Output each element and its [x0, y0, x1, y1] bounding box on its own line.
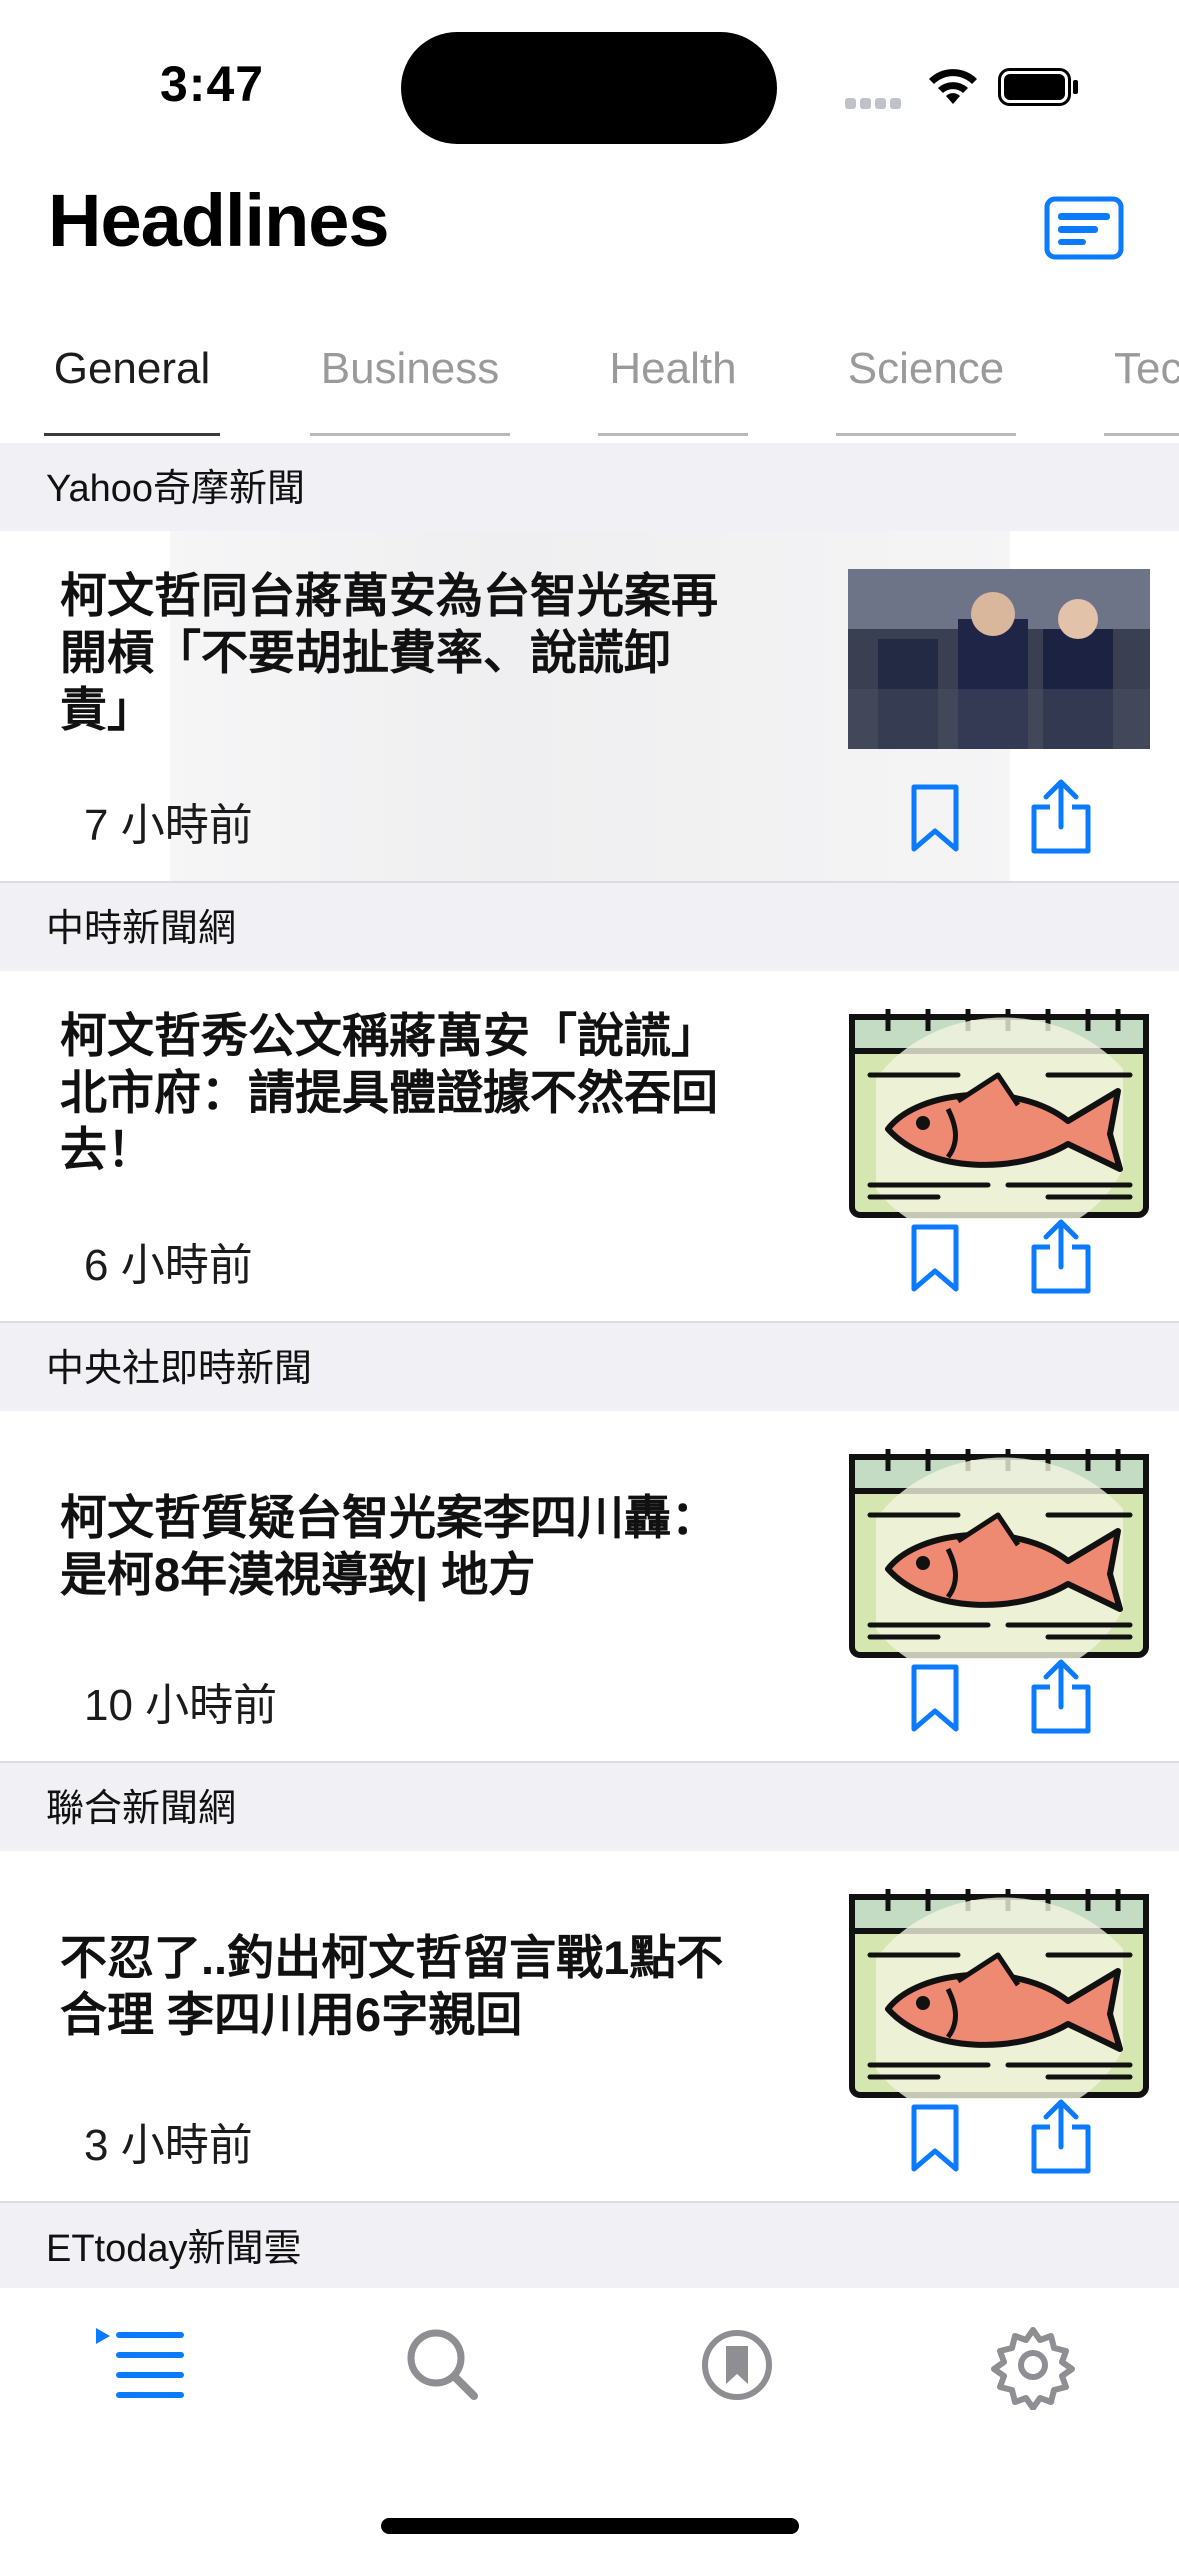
bottom-tab-bar: [0, 2288, 1179, 2556]
wifi-icon: [929, 69, 977, 104]
bookmark-button[interactable]: [908, 2103, 962, 2175]
fish-placeholder-icon: [849, 1889, 1149, 2099]
cellular-signal-icon: [845, 96, 905, 109]
article-time: 6 小時前: [84, 1241, 253, 1290]
gear-icon: [991, 2327, 1075, 2411]
tab-search[interactable]: [398, 2320, 488, 2410]
page-title: Headlines: [48, 179, 390, 262]
fish-placeholder-icon: [849, 1449, 1149, 1659]
status-time: 3:47: [160, 56, 265, 112]
article-card[interactable]: 柯文哲同台蔣萬安為台智光案再開槓「不要胡扯費率、說謊卸責」 7 小時前: [0, 531, 1179, 883]
share-button[interactable]: [1028, 2097, 1094, 2175]
tab-business[interactable]: Business: [310, 330, 510, 436]
source-header: Yahoo奇摩新聞: [0, 443, 1179, 531]
article-title: 柯文哲同台蔣萬安為台智光案再開槓「不要胡扯費率、說謊卸責」: [60, 569, 718, 736]
tab-technology[interactable]: Tec: [1104, 330, 1179, 436]
tab-science[interactable]: Science: [836, 330, 1016, 436]
tab-headlines[interactable]: [96, 2320, 186, 2410]
category-tabs: General Business Health Science Tec: [0, 330, 1179, 440]
news-layout-button[interactable]: [1044, 196, 1124, 260]
share-button[interactable]: [1028, 1657, 1094, 1735]
battery-icon: [998, 68, 1078, 106]
article-card[interactable]: 不忍了..釣出柯文哲留言戰1點不合理 李四川用6字親回 3 小時前: [0, 1851, 1179, 2203]
search-icon: [407, 2329, 478, 2400]
article-title: 柯文哲秀公文稱蔣萬安「說謊」 北市府：請提具體證據不然吞回去！: [60, 1009, 718, 1176]
dynamic-island: [401, 32, 777, 144]
article-title: 不忍了..釣出柯文哲留言戰1點不合理 李四川用6字親回: [60, 1931, 724, 2041]
share-button[interactable]: [1028, 777, 1094, 855]
source-header: 中時新聞網: [0, 883, 1179, 971]
source-header: 中央社即時新聞: [0, 1323, 1179, 1411]
home-indicator: [381, 2518, 799, 2534]
bookmark-button[interactable]: [908, 1663, 962, 1735]
bookmark-button[interactable]: [908, 783, 962, 855]
article-card[interactable]: 柯文哲秀公文稱蔣萬安「說謊」 北市府：請提具體證據不然吞回去！ 6 小時前: [0, 971, 1179, 1323]
bookmark-circle-icon: [702, 2330, 772, 2400]
tab-settings[interactable]: [988, 2320, 1078, 2411]
share-button[interactable]: [1028, 1217, 1094, 1295]
bookmark-button[interactable]: [908, 1223, 962, 1295]
article-time: 3 小時前: [84, 2121, 253, 2170]
source-header: ETtoday新聞雲: [0, 2203, 1179, 2291]
fish-placeholder-icon: [849, 1009, 1149, 1219]
tab-general[interactable]: General: [44, 330, 220, 436]
article-time: 7 小時前: [84, 801, 253, 850]
source-header: 聯合新聞網: [0, 1763, 1179, 1851]
article-time: 10 小時前: [84, 1681, 278, 1730]
article-thumbnail: [848, 569, 1150, 749]
tab-health[interactable]: Health: [598, 330, 748, 436]
article-title: 柯文哲質疑台智光案李四川轟：是柯8年漠視導致| 地方: [60, 1491, 718, 1601]
headlines-feed[interactable]: Yahoo奇摩新聞 柯文哲同台蔣萬安為台智光案再開槓「不要胡扯費率、說謊卸責」 …: [0, 443, 1179, 2291]
article-card[interactable]: 柯文哲質疑台智光案李四川轟：是柯8年漠視導致| 地方 10 小時前: [0, 1411, 1179, 1763]
tab-bookmarks[interactable]: [692, 2320, 782, 2410]
headlines-list-icon: [96, 2328, 184, 2398]
